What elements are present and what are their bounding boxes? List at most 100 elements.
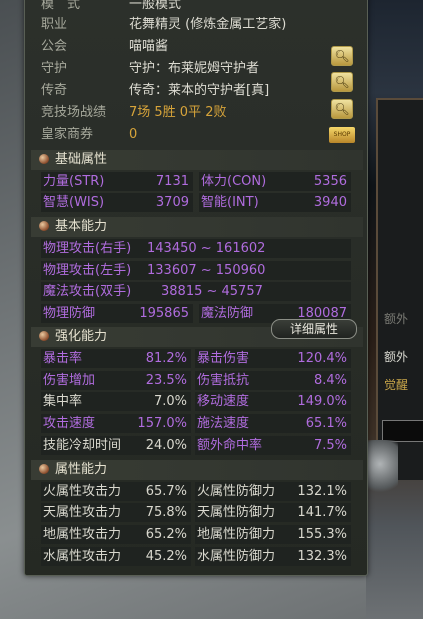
stat-label: 天属性攻击力 [43,505,122,520]
orb-bullet-icon [39,331,49,341]
magnifier-icon: 🔍︎ [334,102,350,116]
info-label: 职业 [41,17,68,32]
stat-water-def: 水属性防御力 132.3% [195,547,351,566]
stat-value: 65.7% [145,484,187,499]
stat-water-atk: 水属性攻击力 45.2% [41,547,191,566]
stat-value: 133607 ~ 150960 [147,263,266,278]
info-value: 喵喵酱 [129,39,169,54]
info-label: 模 式 [41,0,81,12]
stat-label: 地属性防御力 [197,527,276,542]
stat-value: 7.5% [313,438,347,453]
stat-value: 65.2% [145,527,187,542]
range-magic: 魔法攻击(双手) 38815 ~ 45757 [41,282,351,301]
side-panel: 额外 额外 觉醒 [376,98,423,480]
stat-label: 攻击速度 [43,416,96,431]
info-label: 守护 [41,61,68,76]
stat-label: 地属性攻击力 [43,527,122,542]
info-row-guardian: 守护 守护：布莱妮姆守护者 [41,59,259,79]
stat-label: 力量(STR) [43,174,105,189]
stat-label: 体力(CON) [201,174,267,189]
stat-value: 143450 ~ 161602 [147,241,266,256]
stat-label: 集中率 [43,394,83,409]
stat-label: 水属性防御力 [197,549,276,564]
range-phys-right: 物理攻击(右手) 143450 ~ 161602 [41,239,351,258]
stat-sky-def: 天属性防御力 141.7% [195,503,351,522]
stat-label: 额外命中率 [197,438,263,453]
stat-con: 体力(CON) 5356 [199,172,351,191]
royal-voucher-icon[interactable]: SHOP [329,127,355,143]
stat-value: 132.1% [297,484,347,499]
stat-value: 45.2% [145,549,187,564]
stat-label: 水属性攻击力 [43,549,122,564]
stat-fire-atk: 火属性攻击力 65.7% [41,482,191,501]
section-element: 属性能力 [31,460,363,480]
stat-cooldown: 技能冷却时间 24.0% [41,436,191,455]
stat-value: 65.1% [305,416,347,431]
stat-label: 物理攻击(左手) [43,263,132,278]
magnifier-icon: 🔍︎ [334,75,350,89]
stat-value: 3940 [313,195,347,210]
info-label: 竞技场战绩 [41,105,107,120]
orb-bullet-icon [39,464,49,474]
stat-label: 移动速度 [197,394,250,409]
orb-bullet-icon [39,154,49,164]
section-title: 强化能力 [55,329,108,344]
stat-label: 火属性攻击力 [43,484,122,499]
stat-label: 智能(INT) [201,195,259,210]
info-label: 传奇 [41,83,68,98]
stat-value: 157.0% [137,416,187,431]
section-basic-attributes: 基础属性 [31,150,363,170]
stat-value: 5356 [313,174,347,189]
character-info-panel: 模 式 一般模式 职业 花舞精灵 (修炼金属工艺家) 公会 喵喵酱 🔍︎ 守护 守护：布… [24,0,368,576]
stat-value: 149.0% [297,394,347,409]
stat-value: 38815 ~ 45757 [161,284,263,299]
stat-move-speed: 移动速度 149.0% [195,392,351,411]
stat-sky-atk: 天属性攻击力 75.8% [41,503,191,522]
stat-value: 141.7% [297,505,347,520]
stat-value: 23.5% [145,373,187,388]
stat-label: 技能冷却时间 [43,438,122,453]
info-row-mode: 模 式 一般模式 [41,0,181,15]
stat-value: 120.4% [297,351,347,366]
stat-damage-increase: 伤害增加 23.5% [41,371,191,390]
info-row-voucher: 皇家商券 0 [41,125,137,145]
orb-bullet-icon [39,221,49,231]
stat-value: 7131 [155,174,189,189]
dragon-ornament [368,440,398,500]
stat-label: 物理攻击(右手) [43,241,132,256]
stat-damage-resist: 伤害抵抗 8.4% [195,371,351,390]
stat-value: 81.2% [145,351,187,366]
info-value: 0 [129,127,138,142]
stat-label: 魔法防御 [201,306,254,321]
info-row-arena: 竞技场战绩 7场 5胜 0平 2败 [41,103,226,123]
stat-extra-hit: 额外命中率 7.5% [195,436,351,455]
stat-value: 3709 [155,195,189,210]
stat-value: 75.8% [145,505,187,520]
info-row-guild: 公会 喵喵酱 [41,37,168,57]
stat-fire-def: 火属性防御力 132.1% [195,482,351,501]
stat-str: 力量(STR) 7131 [41,172,193,191]
stat-label: 物理防御 [43,306,96,321]
range-phys-left: 物理攻击(左手) 133607 ~ 150960 [41,261,351,280]
info-label: 公会 [41,39,68,54]
stat-value: 132.3% [297,549,347,564]
legend-search-button[interactable]: 🔍︎ [331,99,353,119]
info-value: 7场 5胜 0平 2败 [129,105,227,120]
stat-cast-speed: 施法速度 65.1% [195,414,351,433]
info-row-class: 职业 花舞精灵 (修炼金属工艺家) [41,15,286,35]
stat-label: 施法速度 [197,416,250,431]
guild-search-button[interactable]: 🔍︎ [331,46,353,66]
stat-label: 智慧(WIS) [43,195,105,210]
side-panel-text-top: 额外 [384,312,409,326]
detail-attributes-button[interactable]: 详细属性 [271,319,357,339]
section-title: 基本能力 [55,219,108,234]
info-value: 花舞精灵 (修炼金属工艺家) [129,17,287,32]
side-panel-box[interactable] [382,420,423,442]
stat-value: 155.3% [297,527,347,542]
guardian-search-button[interactable]: 🔍︎ [331,72,353,92]
stat-earth-def: 地属性防御力 155.3% [195,525,351,544]
section-title: 属性能力 [55,462,108,477]
stat-label: 伤害增加 [43,373,96,388]
stat-value: 8.4% [313,373,347,388]
info-value: 守护：布莱妮姆守护者 [129,61,260,76]
